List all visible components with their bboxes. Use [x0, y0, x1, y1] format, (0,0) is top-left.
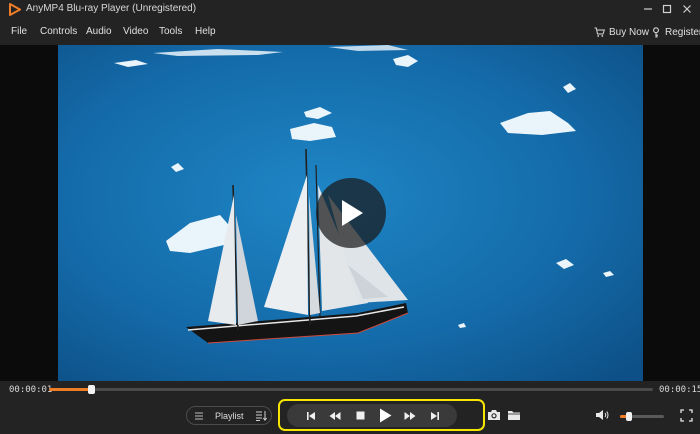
volume-handle[interactable] — [625, 412, 632, 421]
speaker-icon — [595, 410, 608, 420]
title-bar: AnyMP4 Blu-ray Player (Unregistered) — [0, 0, 700, 19]
register-button[interactable]: Register — [651, 25, 700, 39]
big-play-button[interactable] — [316, 178, 386, 248]
video-display[interactable] — [0, 45, 700, 381]
fullscreen-button[interactable] — [678, 407, 694, 423]
folder-icon — [508, 411, 520, 420]
seek-bar[interactable] — [49, 385, 653, 394]
seek-handle[interactable] — [88, 385, 96, 394]
maximize-button[interactable] — [659, 2, 675, 16]
register-label: Register — [665, 26, 700, 38]
menu-bar: File Controls Audio Video Tools Help Buy… — [0, 19, 700, 45]
seek-progress — [49, 388, 92, 391]
menu-audio[interactable]: Audio — [86, 26, 112, 37]
transport-highlight-frame — [278, 399, 485, 431]
buy-now-button[interactable]: Buy Now — [594, 25, 649, 39]
app-logo-icon — [9, 3, 21, 16]
volume-button[interactable] — [594, 407, 610, 423]
camera-icon — [488, 410, 500, 420]
menu-tools[interactable]: Tools — [159, 26, 182, 37]
menu-file[interactable]: File — [11, 26, 27, 37]
elapsed-time: 00:00:01 — [9, 385, 53, 395]
cart-icon — [594, 27, 605, 37]
control-bar: 00:00:01 00:00:15 Playlist — [0, 381, 700, 434]
menu-video[interactable]: Video — [123, 26, 148, 37]
total-duration: 00:00:15 — [659, 385, 700, 395]
window-title: AnyMP4 Blu-ray Player (Unregistered) — [26, 3, 197, 14]
close-button[interactable] — [679, 2, 695, 16]
minimize-button[interactable] — [640, 2, 656, 16]
snapshot-button[interactable] — [486, 407, 502, 423]
sort-list-icon[interactable] — [256, 411, 267, 421]
menu-help[interactable]: Help — [195, 26, 216, 37]
key-icon — [653, 26, 659, 37]
menu-controls[interactable]: Controls — [40, 26, 77, 37]
list-icon — [195, 412, 203, 420]
open-folder-button[interactable] — [506, 407, 522, 423]
volume-slider[interactable] — [620, 412, 664, 421]
maximize-icon — [662, 4, 672, 14]
close-icon — [683, 5, 691, 13]
playlist-label: Playlist — [215, 411, 244, 421]
playlist-toggle[interactable]: Playlist — [186, 406, 272, 425]
play-icon — [342, 200, 363, 226]
buy-now-label: Buy Now — [609, 26, 650, 38]
fullscreen-icon — [679, 408, 693, 422]
minimize-icon — [644, 8, 652, 10]
